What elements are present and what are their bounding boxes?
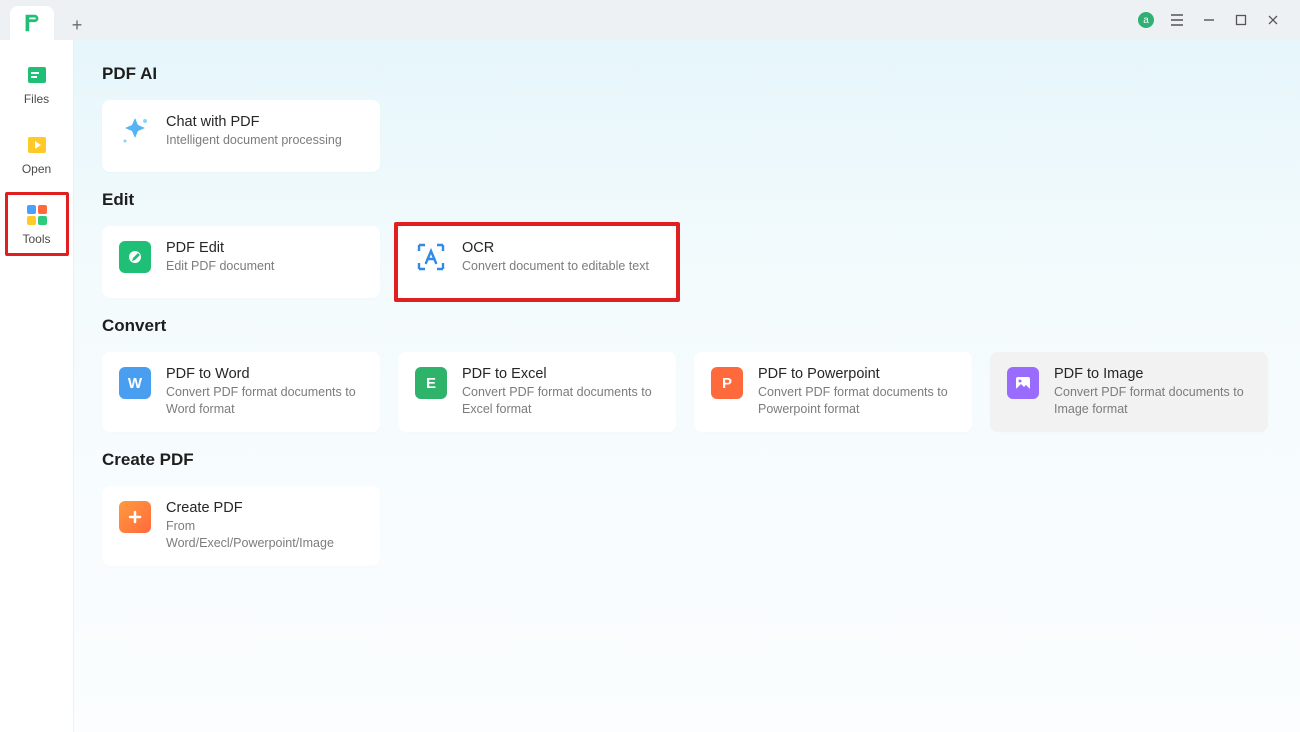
app-home-tab[interactable]	[10, 6, 54, 40]
card-subtitle: Convert PDF format documents to Excel fo…	[462, 384, 660, 418]
card-title: PDF to Powerpoint	[758, 366, 956, 382]
card-chat-with-pdf[interactable]: Chat with PDF Intelligent document proce…	[102, 100, 380, 172]
card-pdf-to-image[interactable]: PDF to Image Convert PDF format document…	[990, 352, 1268, 432]
section-edit: PDF Edit Edit PDF document OCR Convert d…	[102, 226, 1272, 298]
minimize-button[interactable]	[1200, 11, 1218, 29]
hamburger-icon	[1169, 12, 1185, 28]
card-title: PDF to Excel	[462, 366, 660, 382]
card-create-pdf[interactable]: Create PDF From Word/Execl/Powerpoint/Im…	[102, 486, 380, 566]
app-logo-icon	[21, 12, 43, 34]
titlebar: + a	[0, 0, 1300, 40]
minimize-icon	[1202, 13, 1216, 27]
card-pdf-edit[interactable]: PDF Edit Edit PDF document	[102, 226, 380, 298]
card-subtitle: Edit PDF document	[166, 258, 274, 275]
sparkle-icon	[118, 114, 152, 148]
ocr-icon	[414, 240, 448, 274]
card-subtitle: Convert PDF format documents to Image fo…	[1054, 384, 1252, 418]
sidebar-item-files[interactable]: Files	[9, 56, 65, 112]
card-pdf-to-powerpoint[interactable]: P PDF to Powerpoint Convert PDF format d…	[694, 352, 972, 432]
sidebar: Files Open Tools	[0, 40, 74, 732]
section-convert: W PDF to Word Convert PDF format documen…	[102, 352, 1272, 432]
card-pdf-to-excel[interactable]: E PDF to Excel Convert PDF format docume…	[398, 352, 676, 432]
sidebar-item-open[interactable]: Open	[9, 126, 65, 182]
card-subtitle: From Word/Execl/Powerpoint/Image	[166, 518, 364, 552]
close-icon	[1267, 14, 1279, 26]
files-icon	[24, 62, 50, 88]
card-title: Chat with PDF	[166, 114, 342, 130]
create-pdf-icon	[118, 500, 152, 534]
window-controls: a	[1138, 11, 1300, 29]
card-title: PDF to Image	[1054, 366, 1252, 382]
section-title-pdf-ai: PDF AI	[102, 64, 1272, 84]
card-title: PDF Edit	[166, 240, 274, 256]
section-title-convert: Convert	[102, 316, 1272, 336]
section-title-create: Create PDF	[102, 450, 1272, 470]
section-title-edit: Edit	[102, 190, 1272, 210]
main-area: Files Open Tools PDF AI	[0, 40, 1300, 732]
new-tab-button[interactable]: +	[62, 10, 92, 40]
section-create: Create PDF From Word/Execl/Powerpoint/Im…	[102, 486, 1272, 566]
sidebar-item-label: Files	[24, 92, 49, 106]
card-pdf-to-word[interactable]: W PDF to Word Convert PDF format documen…	[102, 352, 380, 432]
sidebar-item-tools[interactable]: Tools	[9, 196, 65, 252]
excel-icon: E	[414, 366, 448, 400]
card-title: PDF to Word	[166, 366, 364, 382]
plus-icon: +	[72, 15, 83, 36]
word-icon: W	[118, 366, 152, 400]
maximize-icon	[1235, 14, 1247, 26]
close-button[interactable]	[1264, 11, 1282, 29]
pdf-edit-icon	[118, 240, 152, 274]
maximize-button[interactable]	[1232, 11, 1250, 29]
sidebar-item-label: Open	[22, 162, 51, 176]
sidebar-item-label: Tools	[22, 232, 50, 246]
image-icon	[1006, 366, 1040, 400]
open-icon	[24, 132, 50, 158]
tools-icon	[24, 202, 50, 228]
card-title: OCR	[462, 240, 649, 256]
card-subtitle: Convert PDF format documents to Powerpoi…	[758, 384, 956, 418]
user-avatar[interactable]: a	[1138, 12, 1154, 28]
card-subtitle: Intelligent document processing	[166, 132, 342, 149]
card-subtitle: Convert PDF format documents to Word for…	[166, 384, 364, 418]
card-ocr[interactable]: OCR Convert document to editable text	[398, 226, 676, 298]
tab-area: +	[0, 0, 92, 40]
powerpoint-icon: P	[710, 366, 744, 400]
section-pdf-ai: Chat with PDF Intelligent document proce…	[102, 100, 1272, 172]
card-title: Create PDF	[166, 500, 364, 516]
content-area: PDF AI Chat with PDF Intelligent documen…	[74, 40, 1300, 732]
menu-button[interactable]	[1168, 11, 1186, 29]
card-subtitle: Convert document to editable text	[462, 258, 649, 275]
